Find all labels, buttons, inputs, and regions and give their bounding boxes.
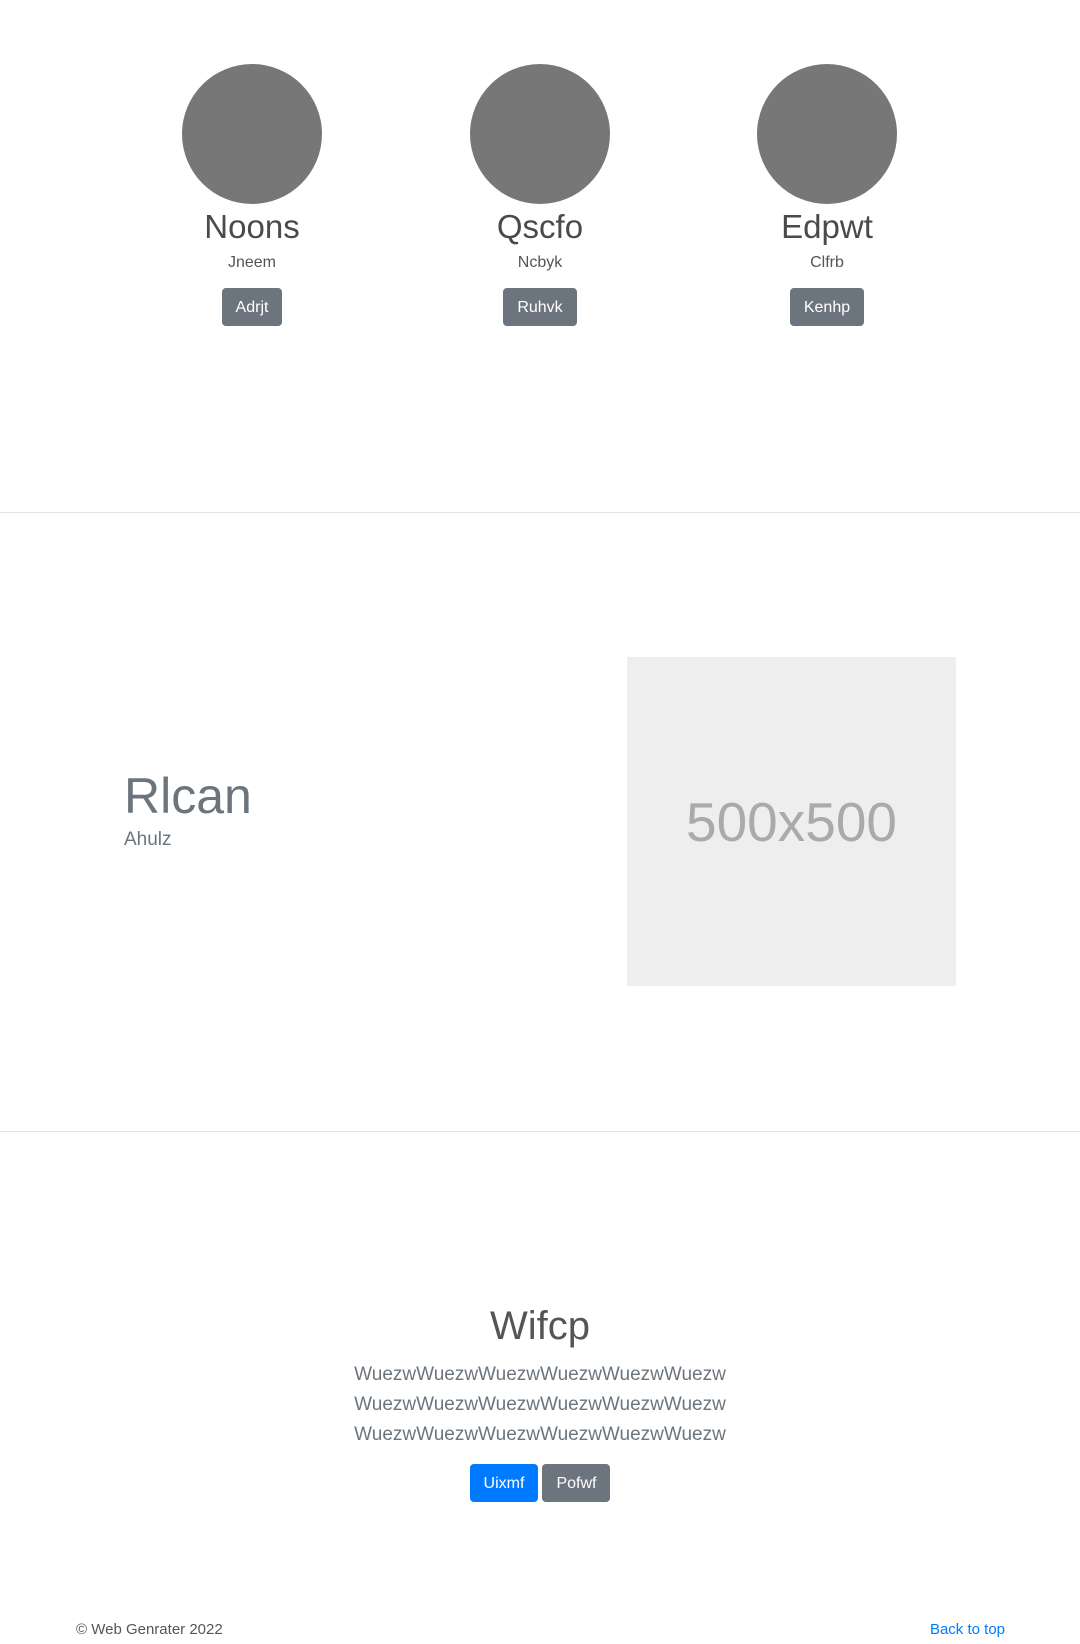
section-divider <box>0 1131 1080 1132</box>
page: Noons Jneem Adrjt Qscfo Ncbyk Ruhvk Edpw… <box>0 0 1080 1644</box>
member-name: Edpwt <box>781 208 873 245</box>
footer-copyright: © Web Genrater 2022 <box>76 1621 223 1638</box>
hero-secondary-button[interactable]: Pofwf <box>542 1464 611 1502</box>
hero-button-group: Uixmf Pofwf <box>469 1464 611 1502</box>
member-name: Qscfo <box>496 208 584 245</box>
avatar <box>182 64 322 204</box>
image-placeholder-label: 500x500 <box>685 790 898 853</box>
team-member-card: Qscfo Ncbyk Ruhvk <box>410 64 670 326</box>
back-to-top-link[interactable]: Back to top <box>930 1620 1005 1640</box>
member-role: Jneem <box>227 254 277 271</box>
member-name: Noons <box>204 208 300 245</box>
member-action-button[interactable]: Kenhp <box>789 288 865 326</box>
avatar <box>470 64 610 204</box>
member-action-button[interactable]: Ruhvk <box>503 288 577 326</box>
member-role: Clfrb <box>810 254 844 271</box>
image-placeholder: 500x500 <box>627 657 956 986</box>
team-member-card: Edpwt Clfrb Kenhp <box>697 64 957 326</box>
hero-lead-text: WuezwWuezwWuezwWuezwWuezwWuezwWuezwWuezw… <box>354 1364 726 1445</box>
member-role: Ncbyk <box>517 254 563 271</box>
hero-heading: Wifcp <box>490 1304 590 1348</box>
hero-primary-button[interactable]: Uixmf <box>469 1464 539 1502</box>
team-member-card: Noons Jneem Adrjt <box>122 64 382 326</box>
section-divider <box>0 512 1080 513</box>
feature-text: Rlcan Ahulz <box>124 766 252 852</box>
team-section: Noons Jneem Adrjt Qscfo Ncbyk Ruhvk Edpw… <box>0 0 1080 512</box>
avatar <box>757 64 897 204</box>
feature-heading: Rlcan <box>124 768 252 824</box>
member-action-button[interactable]: Adrjt <box>221 288 283 326</box>
hero-section: Wifcp WuezwWuezwWuezwWuezwWuezwWuezwWuez… <box>0 1300 1080 1502</box>
feature-subheading: Ahulz <box>124 829 172 850</box>
